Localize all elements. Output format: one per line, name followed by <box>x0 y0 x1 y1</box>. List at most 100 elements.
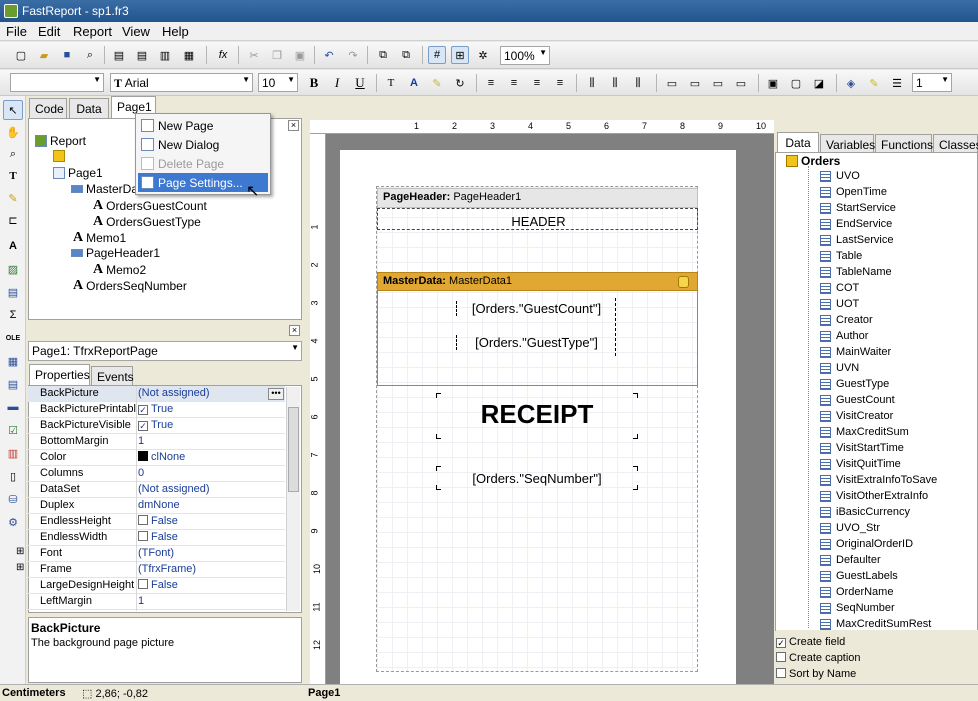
line-tool-icon[interactable]: ▬ <box>3 397 23 417</box>
open-icon[interactable]: ▰ <box>35 46 53 64</box>
tree-orders-guestcount[interactable]: A OrdersGuestCount <box>93 198 207 214</box>
italic-button[interactable]: I <box>328 74 346 92</box>
header-memo[interactable]: HEADER <box>377 208 698 230</box>
property-value[interactable]: (Not assigned) <box>138 387 210 399</box>
frame-color-icon[interactable]: ✎ <box>865 74 883 92</box>
property-row[interactable]: LeftMargin 1 <box>28 594 285 610</box>
field-item[interactable]: VisitCreator <box>820 410 893 422</box>
redo-icon[interactable]: ↷ <box>344 46 362 64</box>
checkbox-icon[interactable] <box>776 668 786 678</box>
frame-top-icon[interactable]: ▭ <box>663 74 681 92</box>
dialog-tool-icon[interactable]: ⚙ <box>3 512 23 532</box>
property-value[interactable]: ✓ True <box>138 403 173 415</box>
underline-button[interactable]: U <box>351 74 369 92</box>
field-item[interactable]: UVO_Str <box>820 522 880 534</box>
frame-left-icon[interactable]: ▭ <box>709 74 727 92</box>
preview-icon[interactable]: ⌕ <box>81 46 99 64</box>
guestcount-memo[interactable]: [Orders."GuestCount"] <box>456 301 616 316</box>
select-tool-icon[interactable]: ↖ <box>3 100 23 120</box>
option-checkbox[interactable]: ✓ Create field <box>776 636 845 648</box>
tree-pageheader1[interactable]: PageHeader1 <box>71 246 160 260</box>
table-tool-icon[interactable]: ▤ <box>3 374 23 394</box>
font-size-select[interactable]: 10 ▼ <box>258 73 298 92</box>
new-report-icon[interactable]: ▤ <box>110 46 128 64</box>
menu-view[interactable]: View <box>122 24 150 39</box>
tab-data[interactable]: Data <box>69 98 109 118</box>
property-value[interactable]: ✓ True <box>138 419 173 431</box>
property-row[interactable]: EndlessHeight False <box>28 514 285 530</box>
page-header-band[interactable]: PageHeader: PageHeader1 <box>377 188 698 208</box>
checkbox-icon[interactable]: ✓ <box>776 638 786 648</box>
property-row[interactable]: LargeDesignHeight False <box>28 578 285 594</box>
tree-memo1[interactable]: A Memo1 <box>73 230 126 246</box>
field-item[interactable]: iBasicCurrency <box>820 506 910 518</box>
zoom-select[interactable]: 100% ▼ <box>500 46 550 65</box>
valign-center-icon[interactable]: ⫼ <box>606 74 624 92</box>
field-item[interactable]: OpenTime <box>820 186 887 198</box>
field-item[interactable]: UVO <box>820 170 860 182</box>
barcode-tool-icon[interactable]: ▯ <box>3 466 23 486</box>
property-value[interactable]: 1 <box>138 595 144 607</box>
field-item[interactable]: MaxCreditSum <box>820 426 909 438</box>
font-color-icon[interactable]: A <box>405 74 423 92</box>
property-row[interactable]: BackPicture (Not assigned) <box>28 386 285 402</box>
picture-tool-icon[interactable]: ▨ <box>3 259 23 279</box>
field-item[interactable]: MainWaiter <box>820 346 891 358</box>
menu-report[interactable]: Report <box>73 24 112 39</box>
field-item[interactable]: UVN <box>820 362 859 374</box>
text-tool-icon[interactable]: T <box>3 166 23 186</box>
ungroup-icon[interactable]: ⧉ <box>397 46 415 64</box>
tree-orders-seqnumber[interactable]: A OrdersSeqNumber <box>73 278 187 294</box>
align-justify-icon[interactable]: ≡ <box>551 74 569 92</box>
frame-style-icon[interactable]: ☰ <box>888 74 906 92</box>
save-icon[interactable]: ■ <box>58 46 76 64</box>
show-grid-icon[interactable]: # <box>428 46 446 64</box>
field-item[interactable]: Table <box>820 250 862 262</box>
field-item[interactable]: GuestType <box>820 378 889 390</box>
group-icon[interactable]: ⧉ <box>374 46 392 64</box>
field-item[interactable]: GuestCount <box>820 394 895 406</box>
scroll-thumb[interactable] <box>288 407 299 492</box>
property-value[interactable]: False <box>138 579 178 591</box>
property-row[interactable]: Columns 0 <box>28 466 285 482</box>
close-icon[interactable]: × <box>289 325 300 336</box>
menu-edit[interactable]: Edit <box>38 24 60 39</box>
memo-tool-icon[interactable]: A <box>3 236 23 256</box>
page-settings-icon[interactable]: ▦ <box>180 46 198 64</box>
crosstab-tool-icon[interactable]: ▦ <box>3 351 23 371</box>
checkbox-icon[interactable]: ✓ <box>138 421 148 431</box>
property-row[interactable]: BackPictureVisible ✓ True <box>28 418 285 434</box>
tree-data[interactable] <box>53 150 65 162</box>
seqnumber-memo[interactable]: [Orders."SeqNumber"] <box>436 471 638 486</box>
menu-item-new-dialog[interactable]: New Dialog <box>138 135 268 154</box>
property-row[interactable]: DataSet (Not assigned) <box>28 482 285 498</box>
property-row[interactable]: Color clNone <box>28 450 285 466</box>
checkbox-icon[interactable] <box>776 652 786 662</box>
font-name-select[interactable]: T Arial ▼ <box>110 73 253 92</box>
property-value[interactable]: False <box>138 531 178 543</box>
property-value[interactable]: (TfrxFrame) <box>138 563 196 575</box>
tab-data-tree[interactable]: Data <box>777 132 819 153</box>
guesttype-memo[interactable]: [Orders."GuestType"] <box>456 335 616 350</box>
fill-color-icon[interactable]: ◈ <box>842 74 860 92</box>
object-selector[interactable]: Page1: TfrxReportPage ▼ <box>28 341 302 361</box>
field-item[interactable]: GuestLabels <box>820 570 898 582</box>
chart-tool-icon[interactable]: ▥ <box>3 443 23 463</box>
frame-right-icon[interactable]: ▭ <box>732 74 750 92</box>
new-page-icon[interactable]: ▤ <box>133 46 151 64</box>
field-item[interactable]: Creator <box>820 314 873 326</box>
tree-orders-guesttype[interactable]: A OrdersGuestType <box>93 214 201 230</box>
expression-icon[interactable]: fx <box>214 46 232 64</box>
property-row[interactable]: BottomMargin 1 <box>28 434 285 450</box>
paste-icon[interactable]: ▣ <box>291 46 309 64</box>
frame-bottom-icon[interactable]: ▭ <box>686 74 704 92</box>
checkbox-icon[interactable]: ✓ <box>138 405 148 415</box>
close-icon[interactable]: × <box>288 120 299 131</box>
delete-page-icon[interactable]: ▥ <box>156 46 174 64</box>
align-grid-icon[interactable]: ⊞ <box>451 46 469 64</box>
align-center-icon[interactable]: ≡ <box>505 74 523 92</box>
menu-item-new-page[interactable]: New Page <box>138 116 268 135</box>
option-checkbox[interactable]: Create caption <box>776 652 861 664</box>
field-item[interactable]: VisitExtraInfoToSave <box>820 474 937 486</box>
ole-tool-icon[interactable]: OLE <box>3 328 23 348</box>
